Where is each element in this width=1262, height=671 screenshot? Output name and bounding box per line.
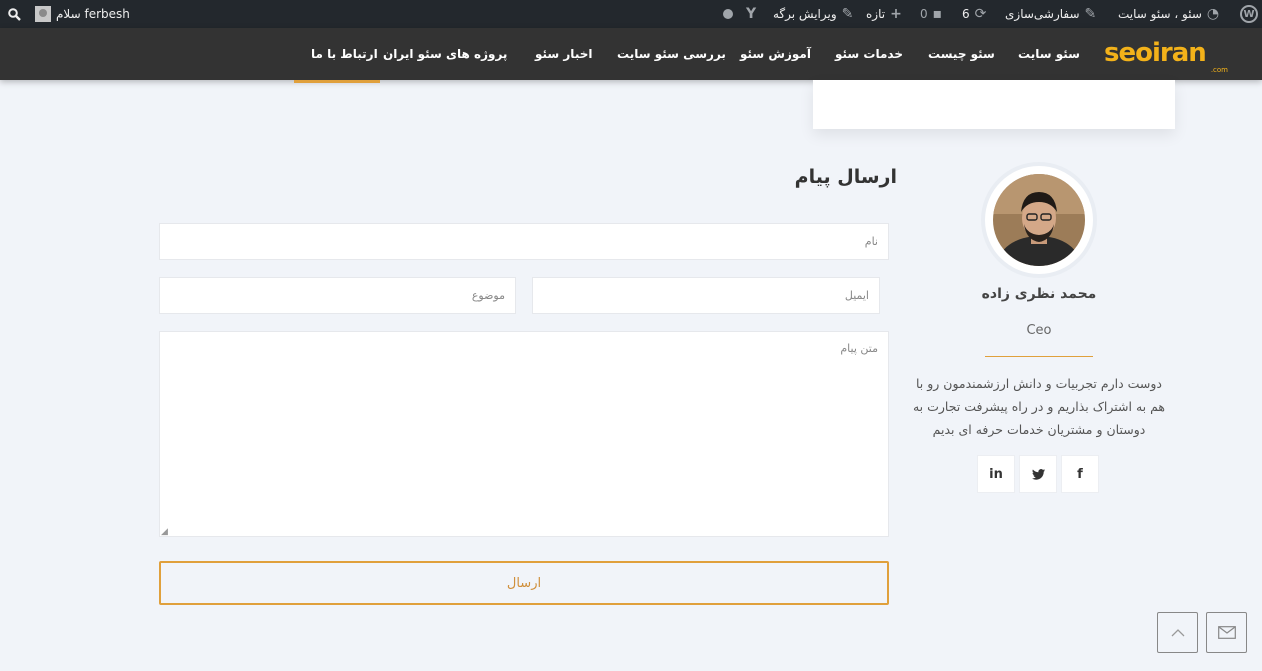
comments-link[interactable]: 0 ▪ — [920, 0, 942, 28]
seo-status-link[interactable] — [723, 0, 733, 28]
site-name-link[interactable]: سئو ، سئو سایت ◔ — [1118, 0, 1219, 28]
linkedin-button[interactable]: in — [977, 455, 1015, 493]
new-label: تازه — [866, 7, 886, 21]
nav-item-seo-projects[interactable]: پروژه های سئو ایران — [383, 28, 507, 80]
linkedin-icon: in — [989, 466, 1003, 482]
nav-item-seo-training[interactable]: آموزش سئو — [740, 28, 811, 80]
contact-mail-button[interactable] — [1206, 612, 1247, 653]
site-logo[interactable]: seoiran .com — [1104, 38, 1228, 74]
message-textarea[interactable] — [159, 331, 889, 537]
plus-icon: + — [890, 6, 902, 22]
yoast-link[interactable]: Y — [746, 0, 756, 28]
nav-item-seo-services[interactable]: خدمات سئو — [835, 28, 903, 80]
nav-label: بررسی سئو سایت — [617, 47, 726, 61]
wordpress-icon: W — [1240, 5, 1258, 23]
adminbar-search[interactable] — [8, 0, 21, 28]
updates-icon: ⟳ — [974, 6, 987, 22]
name-input[interactable] — [159, 223, 889, 260]
twitter-button[interactable]: t — [1019, 455, 1057, 493]
envelope-icon — [1217, 626, 1236, 639]
nav-item-what-is-seo[interactable]: سئو چیست — [928, 28, 995, 80]
nav-item-seo-site[interactable]: سئو سایت — [1018, 28, 1080, 80]
profile-bio: دوست دارم تجربیات و دانش ارزشمندمون رو ب… — [912, 376, 1166, 437]
comments-count: 0 — [920, 7, 928, 21]
yoast-icon: Y — [746, 6, 757, 22]
nav-label: اخبار سئو — [535, 47, 593, 61]
nav-label: سئو چیست — [928, 47, 995, 61]
nav-label: آموزش سئو — [740, 47, 811, 61]
chevron-up-icon — [1171, 628, 1184, 636]
nav-item-site-seo-review[interactable]: بررسی سئو سایت — [617, 28, 726, 80]
pencil-icon: ✎ — [841, 6, 854, 22]
site-header: سئو سایت سئو چیست خدمات سئو آموزش سئو بر… — [0, 28, 1262, 80]
facebook-button[interactable]: f — [1061, 455, 1099, 493]
customize-label: سفارشی‌سازی — [1005, 7, 1080, 21]
user-account-link[interactable]: سلام ferbesh — [35, 0, 130, 28]
resize-handle-icon[interactable]: ◢ — [161, 527, 168, 537]
admin-bar: W سئو ، سئو سایت ◔ سفارشی‌سازی ✎ 6 ⟳ 0 ▪… — [0, 0, 1262, 28]
dashboard-icon: ◔ — [1206, 6, 1220, 22]
nav-item-seo-news[interactable]: اخبار سئو — [535, 28, 592, 80]
email-input[interactable] — [532, 277, 880, 314]
wordpress-logo[interactable]: W — [1240, 0, 1258, 28]
form-title: ارسال پیام — [794, 166, 897, 188]
updates-count: 6 — [962, 7, 970, 21]
profile-divider — [985, 356, 1093, 357]
nav-active-indicator — [294, 80, 380, 83]
brush-icon: ✎ — [1084, 6, 1097, 22]
twitter-bird-icon — [1031, 468, 1045, 480]
avatar-photo — [993, 174, 1085, 266]
search-icon — [8, 7, 21, 21]
nav-label: سئو سایت — [1018, 47, 1080, 61]
greeting-label: سلام ferbesh — [56, 7, 130, 21]
updates-link[interactable]: 6 ⟳ — [962, 0, 986, 28]
submit-button[interactable]: ارسال — [159, 561, 889, 605]
comment-icon: ▪ — [932, 6, 943, 22]
scroll-to-top-button[interactable] — [1157, 612, 1198, 653]
new-content-link[interactable]: تازه + — [866, 0, 902, 28]
logo-text: seoiran — [1104, 38, 1207, 68]
facebook-icon: f — [1077, 466, 1083, 482]
nav-label: خدمات سئو — [835, 47, 903, 61]
dropdown-panel — [813, 80, 1175, 129]
edit-page-link[interactable]: ویرایش برگه ✎ — [773, 0, 853, 28]
profile-avatar — [985, 166, 1093, 274]
profile-name: محمد نظری زاده — [981, 286, 1097, 302]
nav-item-contact-us[interactable]: ارتباط با ما — [311, 28, 378, 80]
user-avatar-icon — [35, 6, 51, 22]
profile-role: Ceo — [1026, 323, 1052, 338]
logo-domain: .com — [1210, 66, 1228, 74]
subject-input[interactable] — [159, 277, 516, 314]
customize-link[interactable]: سفارشی‌سازی ✎ — [1005, 0, 1096, 28]
status-dot-icon — [723, 9, 733, 19]
nav-label: ارتباط با ما — [311, 47, 378, 61]
edit-page-label: ویرایش برگه — [773, 7, 837, 21]
nav-label: پروژه های سئو ایران — [383, 47, 508, 61]
site-name-label: سئو ، سئو سایت — [1118, 7, 1202, 21]
